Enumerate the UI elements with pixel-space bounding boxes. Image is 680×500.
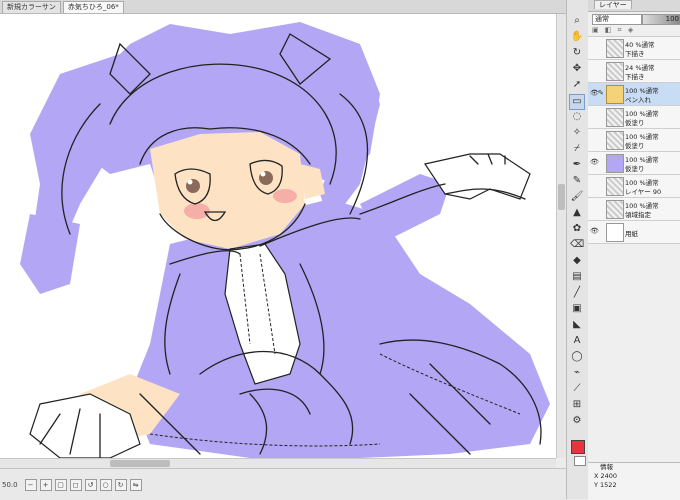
document-tab-bar: 新規カラーサン 赤気ちひろ_06*	[0, 0, 566, 14]
vertical-scroll-thumb[interactable]	[558, 184, 565, 210]
layer-panel: レイヤー 通常 100 ▣ ◧ ⌗ ◈ 40 %通常 下描き 24 %通常 下描…	[588, 0, 680, 500]
layer-thumbnail	[606, 200, 624, 219]
layer-row[interactable]: 100 %通常 レイヤー 90	[588, 175, 680, 198]
paper-thumbnail	[606, 223, 624, 242]
airbrush-icon[interactable]: ▲	[570, 206, 584, 220]
blend-mode-select[interactable]: 通常	[592, 14, 642, 25]
main-color-swatch[interactable]	[571, 440, 585, 454]
fit-screen-icon[interactable]: ▢	[54, 478, 67, 491]
pen-icon[interactable]: ✒	[570, 158, 584, 172]
status-bar: 50.0 − + ▢ ◻ ↺ ○ ↻ ⇋	[0, 468, 568, 500]
tool-settings-icon[interactable]: ⚙	[570, 414, 584, 428]
hand-icon[interactable]: ✋	[570, 30, 584, 44]
drawing-canvas[interactable]	[0, 14, 556, 458]
opacity-slider[interactable]: 100	[642, 14, 680, 25]
move-icon[interactable]: ✥	[570, 62, 584, 76]
lasso-icon[interactable]: ◌	[570, 110, 584, 124]
eye-icon[interactable]: 👁	[590, 158, 599, 166]
selection-rect-icon[interactable]: ▭	[569, 94, 585, 110]
horizontal-scroll-thumb[interactable]	[110, 460, 170, 467]
figure-icon[interactable]: ╱	[570, 286, 584, 300]
ruler-icon[interactable]: ◣	[570, 318, 584, 332]
cursor-y: Y 1522	[594, 481, 617, 489]
layer-panel-tab[interactable]: レイヤー	[588, 0, 680, 12]
frame-icon[interactable]: ▣	[570, 302, 584, 316]
layer-row[interactable]: 100 %通常 仮塗り	[588, 129, 680, 152]
tool-palette: ⌕ ✋ ↻ ✥ ➚ ▭ ◌ ✧ ⌿ ✒ ✎ 🖌 ▲ ✿ ⌫ ◆ ▤ ╱ ▣ ◣ …	[566, 0, 589, 499]
layer-thumbnail	[606, 39, 624, 58]
layer-thumbnail	[606, 154, 624, 173]
layer-row[interactable]: 👁 ✎ 100 %通常 ペン入れ	[588, 83, 680, 106]
info-panel: 情報 X 2400 Y 1522	[588, 462, 680, 500]
pen-icon[interactable]: ✎	[598, 89, 604, 97]
layer-properties: 通常 100 ▣ ◧ ⌗ ◈	[588, 12, 680, 37]
info-title: 情報	[600, 463, 613, 471]
eraser-icon[interactable]: ⌫	[570, 238, 584, 252]
fill-icon[interactable]: ◆	[570, 254, 584, 268]
text-icon[interactable]: A	[570, 334, 584, 348]
gradient-icon[interactable]: ▤	[570, 270, 584, 284]
line-fix-icon[interactable]: ⌁	[570, 366, 584, 380]
layer-thumbnail	[606, 108, 624, 127]
rotate-left-icon[interactable]: ↺	[84, 478, 97, 491]
decoration-icon[interactable]: ✿	[570, 222, 584, 236]
cursor-x: X 2400	[594, 472, 618, 480]
zoom-in-icon[interactable]: +	[39, 478, 52, 491]
sub-tool-icon[interactable]: ⊞	[570, 398, 584, 412]
rotate-right-icon[interactable]: ↻	[114, 478, 127, 491]
sub-color-swatch[interactable]	[574, 456, 586, 466]
layer-thumbnail	[606, 62, 624, 81]
tab-current-document[interactable]: 赤気ちひろ_06*	[62, 1, 124, 13]
layer-thumbnail	[606, 177, 624, 196]
vertical-scrollbar[interactable]	[556, 14, 566, 458]
zoom-icon[interactable]: ⌕	[570, 14, 584, 28]
zoom-level[interactable]: 50.0	[2, 481, 18, 489]
pencil-icon[interactable]: ✎	[570, 174, 584, 188]
actual-size-icon[interactable]: ◻	[69, 478, 82, 491]
layer-move-icon[interactable]: ➚	[570, 78, 584, 92]
layer-row[interactable]: 100 %通常 仮塗り	[588, 106, 680, 129]
layer-option-icons[interactable]: ▣ ◧ ⌗ ◈	[592, 26, 635, 35]
brush-icon[interactable]: 🖌	[570, 190, 584, 204]
zoom-out-icon[interactable]: −	[24, 478, 37, 491]
folder-icon	[606, 85, 624, 104]
correction-icon[interactable]: ⟋	[570, 382, 584, 396]
layer-row[interactable]: 👁 用紙	[588, 221, 680, 244]
flip-icon[interactable]: ⇋	[129, 478, 142, 491]
artwork	[20, 22, 550, 458]
eye-icon[interactable]: 👁	[590, 227, 599, 235]
layer-row[interactable]: 40 %通常 下描き	[588, 37, 680, 60]
eye-icon[interactable]: 👁	[590, 89, 599, 97]
horizontal-scrollbar[interactable]	[0, 458, 556, 468]
magic-wand-icon[interactable]: ✧	[570, 126, 584, 140]
layer-row[interactable]: 👁 100 %通常 仮塗り	[588, 152, 680, 175]
tab-new-color[interactable]: 新規カラーサン	[2, 1, 61, 13]
layer-row[interactable]: 100 %通常 領域指定	[588, 198, 680, 221]
eyedropper-icon[interactable]: ⌿	[570, 142, 584, 156]
rotate-reset-icon[interactable]: ○	[99, 478, 112, 491]
rotate-icon[interactable]: ↻	[570, 46, 584, 60]
layer-row[interactable]: 24 %通常 下描き	[588, 60, 680, 83]
layer-thumbnail	[606, 131, 624, 150]
balloon-icon[interactable]: ◯	[570, 350, 584, 364]
